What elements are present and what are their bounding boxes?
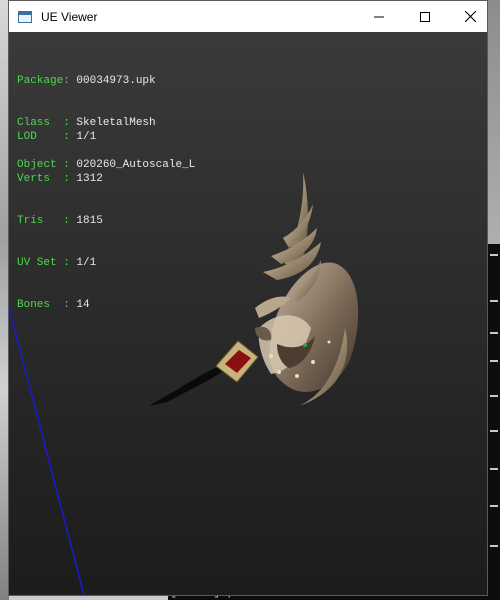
window-title: UE Viewer: [41, 9, 98, 24]
close-button[interactable]: [447, 1, 493, 32]
maximize-icon: [420, 11, 430, 22]
ue-viewer-window[interactable]: UE Viewer Package: 00034973.upk Class: …: [8, 0, 488, 596]
console-text-fragment: [490, 360, 498, 362]
axis-line: [9, 307, 85, 595]
console-text-fragment: [490, 395, 498, 397]
console-text-fragment: [490, 254, 498, 256]
minimize-button[interactable]: [356, 1, 402, 32]
3d-viewport[interactable]: Package: 00034973.upk Class : SkeletalMe…: [9, 32, 487, 595]
console-text-fragment: [490, 468, 498, 470]
console-text-fragment: [490, 332, 498, 334]
app-window-icon: [18, 10, 32, 23]
console-text-fragment: [490, 505, 498, 507]
title-bar[interactable]: UE Viewer: [9, 1, 487, 32]
console-text-fragment: [490, 545, 498, 547]
scene-canvas: [9, 172, 359, 595]
close-icon: [464, 11, 476, 22]
console-text-fragment: [490, 430, 498, 432]
minimize-icon: [374, 16, 384, 17]
skeletal-mesh-model: [149, 172, 359, 406]
console-text-fragment: [490, 300, 498, 302]
maximize-button[interactable]: [402, 1, 448, 32]
desktop-background: [D3D11] process Xiremu win setsize cr UE…: [0, 0, 500, 600]
